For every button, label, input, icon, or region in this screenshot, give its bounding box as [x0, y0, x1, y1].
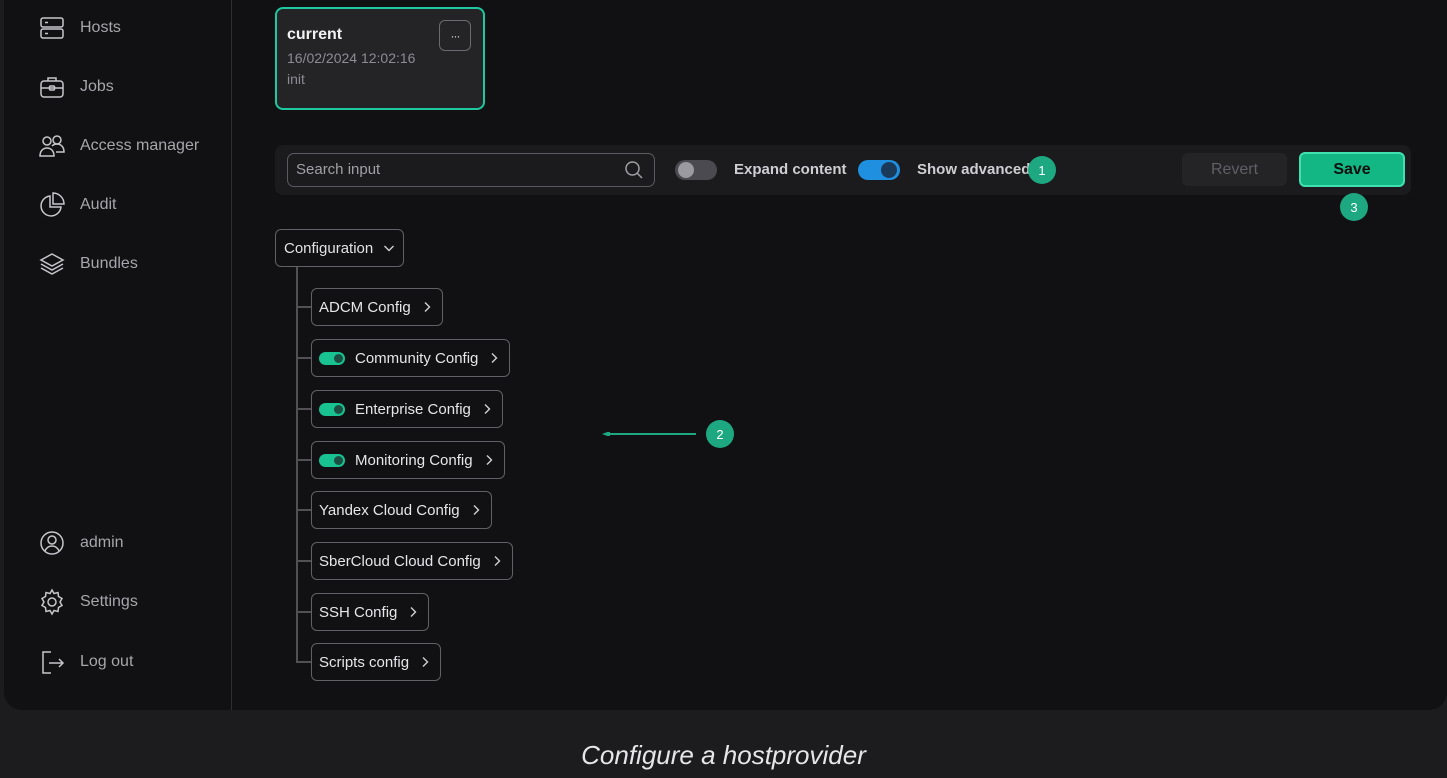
tree-node-scripts-config[interactable]: Scripts config: [311, 643, 442, 681]
config-toolbar: Expand content Show advanced 1 Revert Sa…: [275, 145, 1411, 195]
tree-branch: [296, 611, 311, 613]
sidebar-item-label: Jobs: [80, 78, 114, 95]
sidebar-item-audit[interactable]: Audit: [38, 190, 116, 220]
pie-chart-icon: [40, 192, 65, 217]
node-enable-toggle[interactable]: [319, 402, 345, 416]
sidebar-item-access-manager[interactable]: Access manager: [38, 131, 199, 161]
search-icon[interactable]: [624, 160, 644, 180]
search-input[interactable]: [288, 154, 608, 184]
more-menu-button[interactable]: ···: [439, 20, 471, 51]
node-label: Enterprise Config: [355, 400, 471, 418]
layers-icon: [39, 253, 65, 275]
sidebar-item-label: Hosts: [80, 19, 121, 36]
show-advanced-toggle[interactable]: [858, 160, 900, 180]
main-content: current 16/02/2024 12:02:16 init ··· Exp…: [233, 0, 1447, 710]
annotation-badge-1: 1: [1028, 156, 1056, 184]
show-advanced-label: Show advanced: [917, 161, 1031, 178]
toggle-knob: [678, 162, 694, 178]
expand-content-toggle[interactable]: [675, 160, 717, 180]
chevron-down-icon: [384, 245, 395, 252]
annotation-badge-2: 2: [706, 420, 734, 448]
tree-branch: [296, 509, 311, 511]
chevron-right-icon: [473, 505, 480, 515]
node-label: ADCM Config: [319, 298, 411, 316]
revert-button[interactable]: Revert: [1182, 153, 1287, 186]
sidebar-item-label: Audit: [80, 196, 117, 213]
chevron-right-icon: [410, 607, 417, 617]
node-label: Yandex Cloud Config: [319, 501, 460, 519]
config-description: init: [287, 71, 305, 87]
node-label: Scripts config: [319, 653, 410, 671]
configuration-dropdown[interactable]: Configuration: [275, 229, 405, 267]
node-enable-toggle[interactable]: [319, 351, 345, 365]
tree-branch: [296, 408, 311, 410]
logout-icon: [42, 651, 65, 674]
users-icon: [39, 135, 65, 157]
sidebar-item-label: admin: [80, 534, 124, 551]
sidebar-item-jobs[interactable]: Jobs: [38, 72, 114, 102]
configuration-label: Configuration: [284, 239, 374, 257]
server-icon: [40, 17, 64, 39]
config-version-card[interactable]: current 16/02/2024 12:02:16 init ···: [275, 7, 485, 110]
node-label: Monitoring Config: [355, 451, 473, 469]
tree-node-yandex-cloud-config[interactable]: Yandex Cloud Config: [311, 491, 492, 529]
sidebar-item-label: Access manager: [80, 137, 200, 154]
tree-node-community-config[interactable]: Community Config: [311, 339, 511, 377]
save-button[interactable]: Save: [1299, 152, 1405, 187]
gear-icon: [40, 588, 64, 616]
chevron-right-icon: [494, 556, 501, 566]
user-circle-icon: [40, 531, 64, 555]
tree-node-sbercloud-config[interactable]: SberCloud Cloud Config: [311, 542, 513, 580]
search-box: [287, 153, 655, 187]
sidebar-item-logout[interactable]: Log out: [38, 647, 133, 677]
node-label: Community Config: [355, 349, 479, 367]
chevron-right-icon: [484, 404, 491, 414]
tree-node-ssh-config[interactable]: SSH Config: [311, 593, 430, 631]
briefcase-icon: [40, 77, 64, 98]
sidebar-item-settings[interactable]: Settings: [38, 587, 138, 617]
tree-branch: [296, 357, 311, 359]
sidebar-item-label: Bundles: [80, 255, 138, 272]
tree-node-adcm-config[interactable]: ADCM Config: [311, 288, 443, 326]
expand-content-label: Expand content: [734, 161, 847, 178]
node-label: SSH Config: [319, 603, 398, 621]
sidebar-item-label: Settings: [80, 593, 138, 610]
config-date: 16/02/2024 12:02:16: [287, 50, 416, 66]
annotation-arrow: [602, 432, 696, 436]
sidebar-item-admin[interactable]: admin: [38, 528, 124, 558]
app-window: Hosts Jobs Access manager Audit Bundles …: [4, 0, 1447, 710]
chevron-right-icon: [422, 657, 429, 667]
annotation-badge-3: 3: [1340, 193, 1368, 221]
sidebar: Hosts Jobs Access manager Audit Bundles …: [4, 0, 232, 710]
tree-branch: [296, 661, 311, 663]
sidebar-item-bundles[interactable]: Bundles: [38, 249, 138, 279]
chevron-right-icon: [424, 302, 431, 312]
tree-connector: [296, 267, 298, 661]
chevron-right-icon: [491, 353, 498, 363]
chevron-right-icon: [486, 455, 493, 465]
node-label: SberCloud Cloud Config: [319, 552, 481, 570]
node-enable-toggle[interactable]: [319, 453, 345, 467]
tree-node-monitoring-config[interactable]: Monitoring Config: [311, 441, 505, 479]
tree-branch: [296, 560, 311, 562]
toggle-knob: [881, 162, 897, 178]
tree-branch: [296, 459, 311, 461]
sidebar-item-hosts[interactable]: Hosts: [38, 13, 121, 43]
tree-branch: [296, 306, 311, 308]
caption: Configure a hostprovider: [581, 740, 866, 770]
tree-node-enterprise-config[interactable]: Enterprise Config: [311, 390, 503, 428]
sidebar-item-label: Log out: [80, 653, 134, 670]
